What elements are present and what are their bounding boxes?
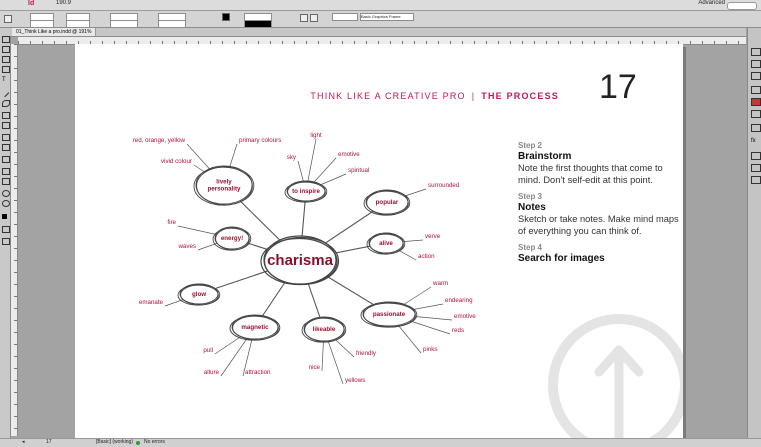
h-field[interactable]	[66, 20, 90, 28]
leaf-label: emanate	[139, 299, 164, 306]
leaf-label: red, orange, yellow	[133, 137, 186, 144]
control-panel: Basic Graphics Frame	[0, 11, 761, 28]
preflight-style[interactable]: [Basic] (working)	[96, 439, 133, 445]
stroke-color-icon[interactable]	[2, 226, 10, 233]
corner-field[interactable]	[332, 13, 358, 21]
normal-mode-icon[interactable]	[2, 238, 10, 245]
hand-tool-icon[interactable]	[2, 190, 10, 197]
node-label-to-inspire: to inspire	[292, 188, 320, 195]
y-field[interactable]	[30, 20, 54, 28]
tools-panel: T	[0, 28, 11, 438]
node-label-lively-personality: lively	[216, 179, 232, 186]
leaf-label: yellows	[345, 377, 365, 384]
layers-panel-icon[interactable]	[751, 60, 761, 68]
preflight-status[interactable]: No errors	[144, 439, 165, 445]
eyedropper-tool-icon[interactable]	[2, 178, 10, 185]
shear-field[interactable]	[158, 20, 186, 28]
character-styles-icon[interactable]	[751, 176, 761, 184]
pages-panel-icon[interactable]	[751, 48, 761, 56]
leaf-label: spiritual	[348, 167, 369, 174]
line-tool-icon[interactable]	[0, 88, 10, 98]
first-page-icon[interactable]: ◂	[22, 439, 25, 445]
color-panel-icon[interactable]	[751, 110, 761, 118]
gap-tool-icon[interactable]	[2, 66, 10, 73]
leaf-label: attraction	[245, 369, 271, 376]
leaf-label: allure	[204, 369, 220, 376]
leaf-label: pinks	[423, 346, 437, 353]
scale-y-field[interactable]	[110, 20, 138, 28]
panel-dock: fx	[747, 28, 761, 438]
hub-label: charisma	[267, 252, 334, 269]
app-menubar: Id 190.9 Advanced	[0, 0, 761, 11]
leaf-label: emotive	[454, 313, 476, 320]
mind-map: charisma livelypersonality red, orange, ye…	[133, 132, 476, 385]
node-label-alive: alive	[379, 240, 393, 247]
paragraph-styles-icon[interactable]	[751, 164, 761, 172]
node-label-magnetic: magnetic	[241, 324, 269, 331]
note-tool-icon[interactable]	[2, 168, 10, 175]
page-field[interactable]: 17	[46, 439, 52, 445]
stroke-type-field[interactable]	[244, 20, 272, 28]
fit-icon[interactable]	[300, 14, 308, 22]
fill-swatch[interactable]	[222, 13, 230, 21]
vertical-ruler[interactable]	[11, 44, 18, 436]
node-label-likeable: likeable	[313, 326, 336, 333]
zoom-tool-icon[interactable]	[2, 200, 10, 207]
node-label-energy: energy!	[221, 235, 243, 242]
page-shadow	[683, 47, 686, 438]
stroke-panel-icon[interactable]	[751, 86, 761, 94]
leaf-label: friendly	[356, 350, 377, 357]
leaf-label: vivid colour	[161, 158, 192, 165]
object-style-field[interactable]: Basic Graphics Frame	[360, 13, 414, 21]
zoom-level[interactable]: 190.9	[56, 0, 71, 6]
app-logo: Id	[28, 0, 35, 7]
text-wrap-panel-icon[interactable]	[751, 152, 761, 160]
leaf-label: warm	[432, 280, 448, 287]
leaf-label: reds	[452, 327, 464, 334]
leaf-label: nice	[309, 364, 321, 371]
effects-panel-icon[interactable]: fx	[751, 138, 759, 144]
links-panel-icon[interactable]	[751, 72, 761, 80]
leaf-label: emotive	[338, 151, 360, 158]
swatches-panel-icon[interactable]	[751, 98, 761, 106]
leaf-label: verve	[425, 233, 441, 240]
fill-color-icon[interactable]	[2, 214, 7, 219]
node-label-passionate: passionate	[373, 311, 406, 318]
leaf-label: pull	[203, 347, 213, 354]
pen-tool-icon[interactable]	[2, 100, 10, 107]
document-tab[interactable]: 01_Think Like a pro.indd @ 191%	[12, 28, 97, 36]
workspace-switcher[interactable]: Advanced	[698, 0, 725, 6]
type-tool-icon[interactable]: T	[2, 77, 8, 83]
leaf-label: fire	[167, 219, 176, 226]
document-tab-bar: 01_Think Like a pro.indd @ 191%	[10, 28, 746, 37]
search-field[interactable]	[727, 2, 757, 10]
selection-tool-icon[interactable]	[2, 36, 10, 43]
direct-selection-tool-icon[interactable]	[2, 46, 10, 53]
preflight-ok-icon	[136, 441, 140, 445]
node-label-glow: glow	[192, 291, 206, 298]
leaf-label: endearing	[445, 297, 473, 304]
document-page: THINK LIKE A CREATIVE PRO | THE PROCESS 17…	[75, 44, 683, 438]
node-label-lively-personality: personality	[207, 186, 241, 193]
leaf-label: sky	[287, 154, 297, 161]
leaf-label: light	[310, 132, 322, 139]
reference-point-icon[interactable]	[4, 15, 12, 23]
scissors-tool-icon[interactable]	[2, 134, 10, 141]
leaf-label: primary colours	[239, 137, 281, 144]
page-tool-icon[interactable]	[2, 56, 10, 63]
gradient-tool-icon[interactable]	[2, 156, 10, 163]
rectangle-tool-icon[interactable]	[2, 122, 10, 129]
leaf-label: action	[418, 253, 435, 260]
free-transform-tool-icon[interactable]	[2, 144, 10, 151]
leaf-label: waves	[177, 243, 196, 250]
gradient-panel-icon[interactable]	[751, 124, 761, 132]
fit-proportional-icon[interactable]	[310, 14, 318, 22]
mind-map-group: charisma livelypersonality red, orange, ye…	[133, 132, 476, 385]
node-label-popular: popular	[376, 199, 399, 206]
rectangle-frame-tool-icon[interactable]	[2, 112, 10, 119]
leaf-label: surrounded	[428, 182, 460, 189]
